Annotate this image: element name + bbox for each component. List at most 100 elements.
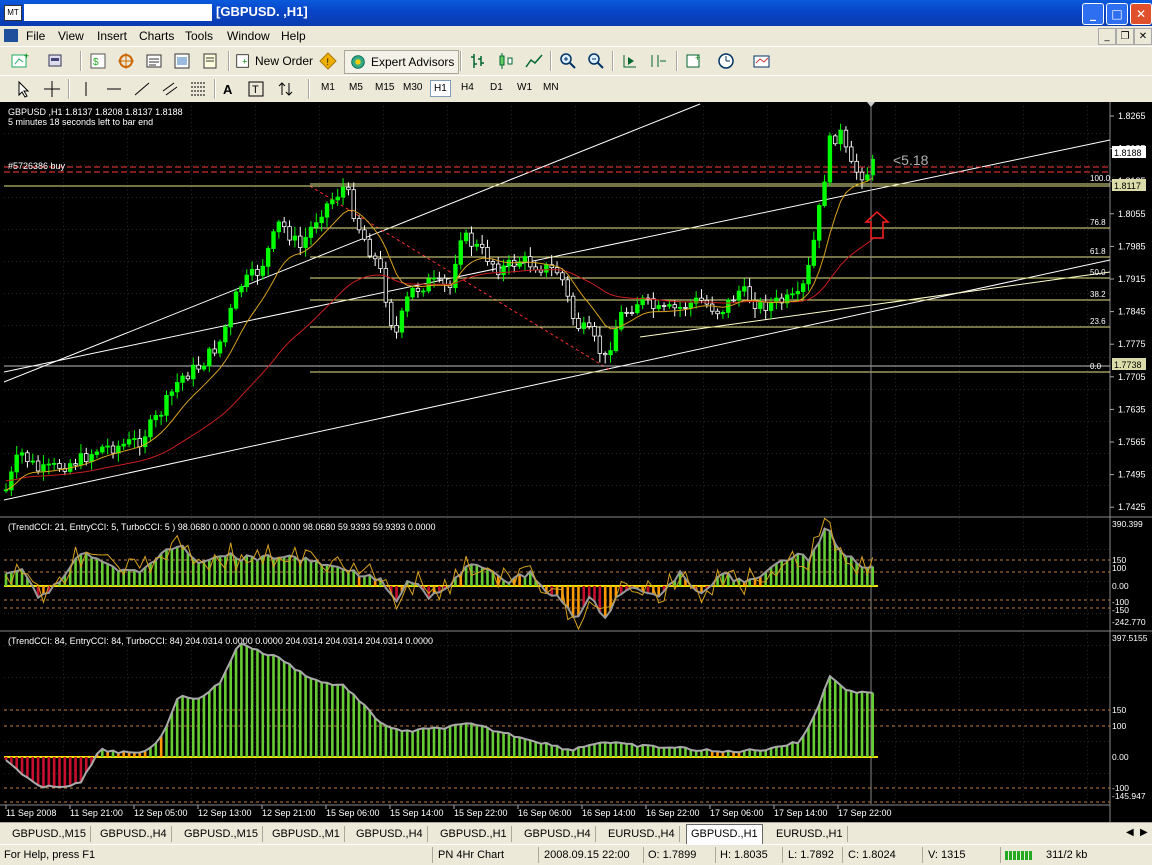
crosshair-icon[interactable]	[42, 79, 62, 99]
profiles-icon[interactable]	[46, 51, 66, 71]
menu-view[interactable]: View	[58, 29, 84, 43]
terminal-icon[interactable]	[144, 51, 164, 71]
cursor-icon[interactable]	[14, 79, 34, 99]
new-order-button[interactable]: + New Order	[234, 50, 313, 72]
candlestick-icon[interactable]	[496, 51, 516, 71]
market-watch-icon[interactable]: $	[88, 51, 108, 71]
candle-body	[372, 255, 378, 260]
fib-level-label: 100.0	[1090, 174, 1111, 183]
tab-gbpusd-h4-3[interactable]: GBPUSD.,H4	[520, 826, 596, 842]
templates-icon[interactable]	[752, 51, 772, 71]
maximize-button[interactable]: □	[1106, 3, 1128, 25]
minimize-button[interactable]: _	[1082, 3, 1104, 25]
tab-gbpusd-m1[interactable]: GBPUSD.,M1	[268, 826, 345, 842]
new-chart-icon[interactable]: +	[10, 51, 30, 71]
timeframe-m30[interactable]: M30	[400, 80, 425, 95]
tab-gbpusd-h4[interactable]: GBPUSD.,H4	[96, 826, 172, 842]
timeframe-m5[interactable]: M5	[346, 80, 366, 95]
timeframe-m1[interactable]: M1	[318, 80, 338, 95]
menu-window[interactable]: Window	[227, 29, 270, 43]
zoom-in-icon[interactable]	[558, 51, 578, 71]
ind2-tick-label: -145.947	[1112, 791, 1146, 801]
candle-body	[720, 312, 726, 315]
timeframe-h4[interactable]: H4	[458, 80, 477, 95]
menu-file[interactable]: File	[26, 29, 45, 43]
status-open: O: 1.7899	[648, 849, 697, 861]
candle-body	[281, 221, 287, 228]
candle-body	[586, 322, 592, 327]
chart-shift-icon[interactable]	[648, 51, 668, 71]
mdi-close-button[interactable]: ✕	[1134, 28, 1152, 45]
tab-gbpusd-h4-2[interactable]: GBPUSD.,H4	[352, 826, 428, 842]
tab-eurusd-h4[interactable]: EURUSD.,H4	[604, 826, 680, 842]
document-icon	[4, 29, 18, 42]
timeframe-d1[interactable]: D1	[487, 80, 506, 95]
price-chart-svg[interactable]: #5726386 buy <5.18 100.0 76.8 61.8 50.0 38.2…	[0, 102, 1152, 822]
candle-body	[651, 298, 656, 309]
candle-body	[683, 307, 688, 309]
tabs-scroll-left-icon[interactable]: ◀	[1126, 827, 1134, 838]
time-tick-label: 15 Sep 06:00	[326, 808, 380, 818]
svg-text:!: !	[327, 57, 330, 67]
expert-advisors-button[interactable]: Expert Advisors	[344, 50, 460, 74]
indicators-icon[interactable]: +	[684, 51, 704, 71]
candle-body	[731, 299, 736, 302]
candle-body	[859, 171, 865, 181]
candle-body	[742, 286, 747, 292]
zoom-out-icon[interactable]	[586, 51, 606, 71]
candle-body	[324, 203, 330, 218]
timeframe-h1[interactable]: H1	[430, 80, 451, 97]
candle-body	[41, 464, 46, 472]
candle-body	[207, 348, 212, 367]
tabs-scroll-right-icon[interactable]: ▶	[1140, 827, 1148, 838]
line-chart-icon[interactable]	[524, 51, 544, 71]
current-price-text: 1.8188	[1114, 148, 1142, 158]
fibonacci-icon[interactable]	[188, 79, 208, 99]
mdi-restore-button[interactable]: ❐	[1116, 28, 1134, 45]
timeframe-m15[interactable]: M15	[372, 80, 397, 95]
tester-icon[interactable]	[172, 51, 192, 71]
candle-body	[362, 229, 367, 240]
price-tick-label: 1.7565	[1118, 437, 1146, 447]
mdi-minimize-button[interactable]: _	[1098, 28, 1116, 45]
text-label-icon[interactable]: T	[246, 79, 266, 99]
signal-warning-icon[interactable]: !	[318, 51, 338, 71]
menu-insert[interactable]: Insert	[97, 29, 127, 43]
candle-body	[340, 186, 346, 198]
price-tick-label: 1.7915	[1118, 274, 1146, 284]
horizontal-line-icon[interactable]	[104, 79, 124, 99]
close-button[interactable]: ✕	[1130, 3, 1152, 25]
tab-eurusd-h1[interactable]: EURUSD.,H1	[772, 826, 848, 842]
tab-gbpusd-m15-2[interactable]: GBPUSD.,M15	[180, 826, 263, 842]
vertical-line-icon[interactable]	[76, 79, 96, 99]
text-tool-icon[interactable]: A	[218, 79, 238, 99]
tab-gbpusd-h1-active[interactable]: GBPUSD.,H1	[686, 824, 763, 845]
tab-gbpusd-h1[interactable]: GBPUSD.,H1	[436, 826, 512, 842]
candle-body	[763, 301, 768, 311]
candle-body	[463, 232, 469, 242]
equidistant-channel-icon[interactable]	[160, 79, 180, 99]
menu-tools[interactable]: Tools	[185, 29, 213, 43]
menu-charts[interactable]: Charts	[139, 29, 174, 43]
candle-body	[710, 303, 715, 312]
arrows-icon[interactable]	[276, 79, 296, 99]
navigator-icon[interactable]	[116, 51, 136, 71]
candle-body	[164, 394, 169, 416]
ind2-tick-label: 150	[1112, 705, 1126, 715]
menu-help[interactable]: Help	[281, 29, 306, 43]
candle-body	[255, 269, 260, 276]
main-pane[interactable]	[4, 104, 1110, 516]
timeframe-mn[interactable]: MN	[540, 80, 562, 95]
cci-pane-1[interactable]	[4, 518, 1110, 630]
title-blank-box	[24, 4, 212, 21]
candle-body	[260, 265, 265, 276]
timeframe-w1[interactable]: W1	[514, 80, 535, 95]
periods-clock-icon[interactable]	[716, 51, 736, 71]
chart-window[interactable]: #5726386 buy <5.18 100.0 76.8 61.8 50.0 38.2…	[0, 102, 1152, 822]
auto-scroll-icon[interactable]	[620, 51, 640, 71]
bar-chart-icon[interactable]	[468, 51, 488, 71]
tab-gbpusd-m15[interactable]: GBPUSD.,M15	[8, 826, 91, 842]
status-traffic: 311/2 kb	[1046, 849, 1088, 861]
trendline-icon[interactable]	[132, 79, 152, 99]
history-center-icon[interactable]	[200, 51, 220, 71]
